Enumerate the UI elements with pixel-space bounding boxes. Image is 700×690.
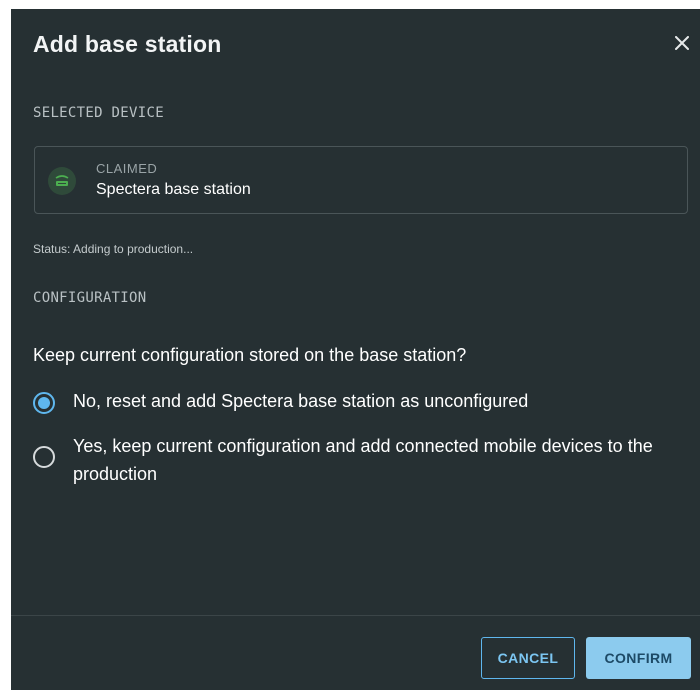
radio-option-reset-label: No, reset and add Spectera base station … <box>73 391 529 411</box>
radio-option-keep[interactable]: Yes, keep current configuration and add … <box>33 435 673 488</box>
confirm-button[interactable]: CONFIRM <box>586 637 691 679</box>
radio-button-selected[interactable] <box>33 392 55 414</box>
selected-device-card: CLAIMED Spectera base station <box>34 146 688 214</box>
status-text: Status: Adding to production... <box>33 242 194 256</box>
device-name: Spectera base station <box>96 181 251 198</box>
add-base-station-dialog: Add base station SELECTED DEVICE CLAIMED… <box>11 9 700 690</box>
radio-button-unselected[interactable] <box>33 446 55 468</box>
footer-divider <box>11 615 700 616</box>
cancel-button[interactable]: CANCEL <box>481 637 575 679</box>
base-station-icon <box>48 167 76 195</box>
configuration-section-label: CONFIGURATION <box>33 290 147 306</box>
configuration-question: Keep current configuration stored on the… <box>33 345 467 365</box>
device-state-label: CLAIMED <box>96 161 158 176</box>
dialog-title: Add base station <box>33 31 222 57</box>
selected-device-section-label: SELECTED DEVICE <box>33 105 164 121</box>
radio-option-keep-label: Yes, keep current configuration and add … <box>73 436 653 484</box>
radio-option-reset[interactable]: No, reset and add Spectera base station … <box>33 390 528 415</box>
close-icon[interactable] <box>670 31 694 55</box>
